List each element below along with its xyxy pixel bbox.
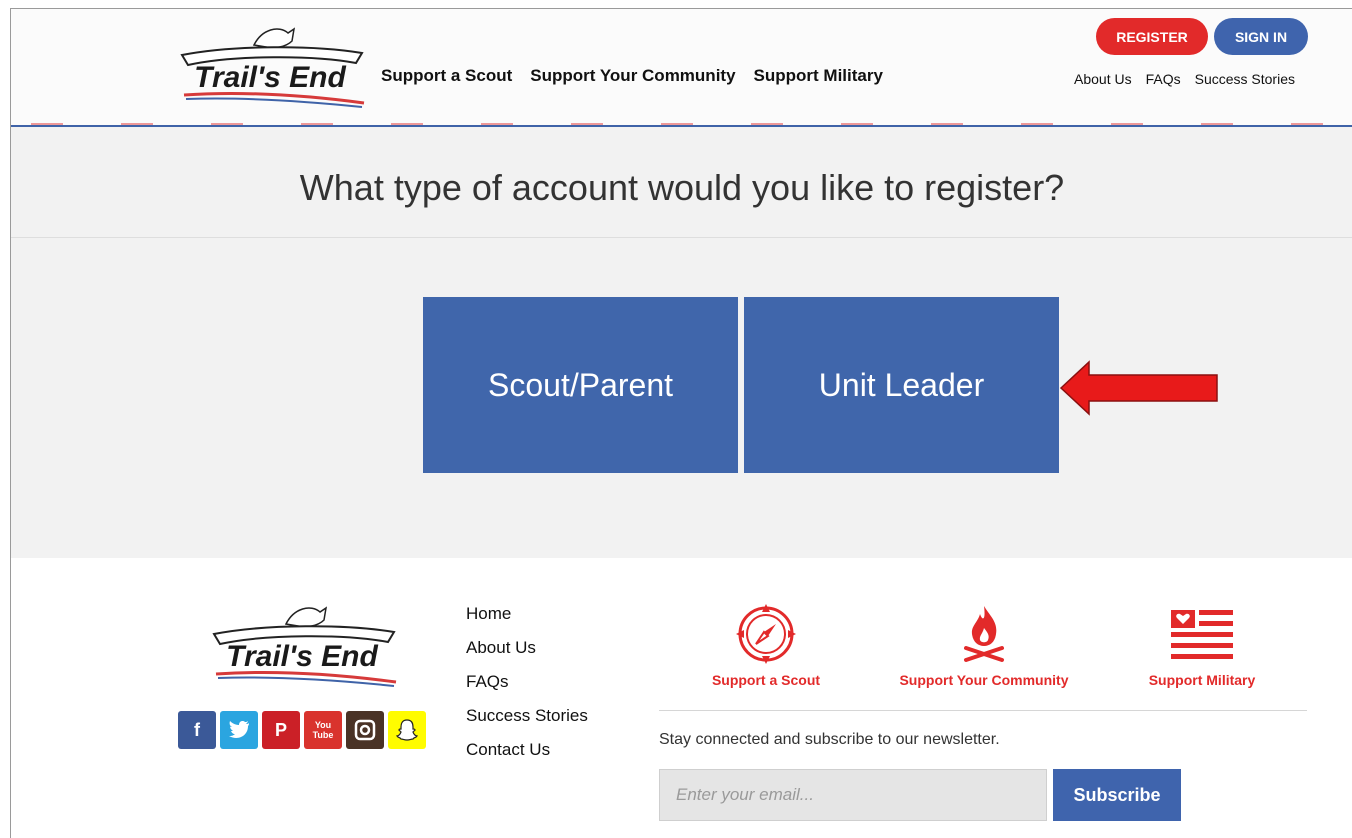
email-input[interactable] [659,769,1047,821]
flag-heart-icon [1171,610,1233,659]
snapchat-icon[interactable] [388,711,426,749]
footer-link-faqs[interactable]: FAQs [466,672,588,706]
instagram-icon[interactable] [346,711,384,749]
main-nav: Support a Scout Support Your Community S… [381,66,883,86]
nav-support-military[interactable]: Support Military [754,66,883,86]
site-header: Trail's End Support a Scout Support Your… [11,9,1352,127]
feature-support-scout[interactable]: Support a Scout [706,600,826,688]
account-type-section: Scout/Parent Unit Leader [11,238,1352,558]
footer-link-home[interactable]: Home [466,604,588,638]
link-about-us[interactable]: About Us [1074,71,1132,87]
facebook-icon[interactable]: f [178,711,216,749]
footer-link-about-us[interactable]: About Us [466,638,588,672]
logo-text: Trail's End [194,61,346,94]
feature-label: Support a Scout [711,672,821,688]
newsletter-text: Stay connected and subscribe to our news… [659,731,1000,748]
register-button[interactable]: REGISTER [1096,18,1208,55]
link-success-stories[interactable]: Success Stories [1195,71,1295,87]
footer-link-contact-us[interactable]: Contact Us [466,740,588,774]
footer-trails-end-logo[interactable]: Trail's End [206,596,401,688]
page-title: What type of account would you like to r… [299,167,1065,208]
social-icons: f P You Tube [178,711,426,749]
footer-divider [659,710,1307,711]
red-arrow-annotation [1059,360,1218,416]
unit-leader-option[interactable]: Unit Leader [744,297,1059,473]
feature-label: Support Military [1148,672,1256,688]
nav-support-community[interactable]: Support Your Community [530,66,735,86]
link-faqs[interactable]: FAQs [1146,71,1181,87]
subscribe-button[interactable]: Subscribe [1053,769,1181,821]
feature-label: Support Your Community [899,672,1069,688]
feature-support-community[interactable]: Support Your Community [889,600,1079,688]
pinterest-icon[interactable]: P [262,711,300,749]
nav-support-scout[interactable]: Support a Scout [381,66,512,86]
feature-support-military[interactable]: Support Military [1139,600,1265,688]
footer-link-success-stories[interactable]: Success Stories [466,706,588,740]
compass-icon [736,604,796,664]
footer-logo-text: Trail's End [226,640,378,673]
trails-end-logo[interactable]: Trail's End [174,19,369,109]
site-footer: Trail's End f P You Tube Home About Us FA… [11,558,1352,838]
page: Trail's End Support a Scout Support Your… [10,8,1352,838]
twitter-icon[interactable] [220,711,258,749]
top-links: About Us FAQs Success Stories [1074,71,1295,87]
youtube-icon[interactable]: You Tube [304,711,342,749]
sign-in-button[interactable]: SIGN IN [1214,18,1308,55]
title-band: What type of account would you like to r… [11,127,1352,238]
campfire-icon [964,606,1004,662]
scout-parent-option[interactable]: Scout/Parent [423,297,738,473]
footer-links: Home About Us FAQs Success Stories Conta… [466,604,588,774]
